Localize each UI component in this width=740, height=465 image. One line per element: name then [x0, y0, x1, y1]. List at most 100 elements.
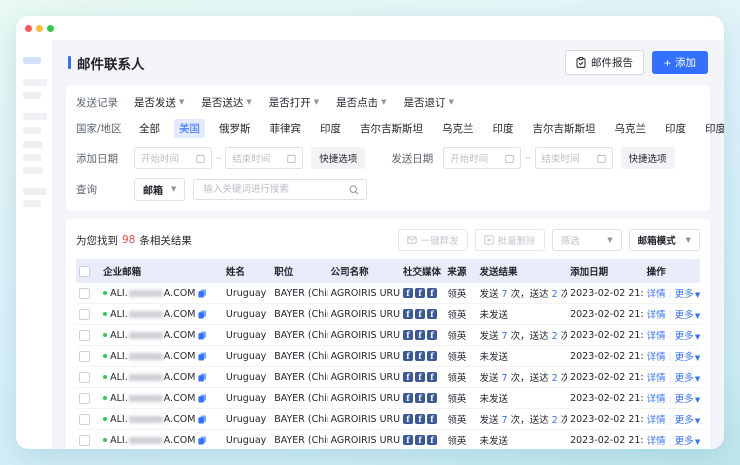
send-record-filter-item[interactable]: 是否打开▼ — [269, 95, 319, 110]
facebook-icon[interactable]: f — [427, 393, 437, 403]
more-link[interactable]: 更多▼ — [675, 373, 700, 384]
country-chip-selected[interactable]: 美国 — [174, 119, 205, 138]
facebook-icon[interactable]: f — [427, 330, 437, 340]
country-chip[interactable]: 俄罗斯 — [214, 119, 256, 138]
more-link[interactable]: 更多▼ — [675, 436, 700, 447]
facebook-icon[interactable]: f — [415, 288, 425, 298]
facebook-icon[interactable]: f — [427, 351, 437, 361]
copy-icon[interactable] — [198, 436, 207, 445]
facebook-icon[interactable]: f — [403, 309, 413, 319]
more-link[interactable]: 更多▼ — [675, 394, 700, 405]
row-checkbox[interactable] — [79, 435, 90, 446]
more-link[interactable]: 更多▼ — [675, 331, 700, 342]
facebook-icon[interactable]: f — [427, 309, 437, 319]
copy-icon[interactable] — [198, 394, 207, 403]
select-all-checkbox[interactable] — [79, 266, 90, 277]
facebook-icon[interactable]: f — [427, 435, 437, 445]
facebook-icon[interactable]: f — [403, 372, 413, 382]
detail-link[interactable]: 详情 — [647, 373, 666, 384]
country-chip[interactable]: 印度 — [660, 119, 691, 138]
country-chip[interactable]: 印度 — [315, 119, 346, 138]
facebook-icon[interactable]: f — [427, 414, 437, 424]
facebook-icon[interactable]: f — [403, 414, 413, 424]
facebook-icon[interactable]: f — [415, 351, 425, 361]
mode-select[interactable]: 邮箱模式 ▼ — [629, 229, 700, 251]
copy-icon[interactable] — [198, 331, 207, 340]
row-checkbox[interactable] — [79, 414, 90, 425]
facebook-icon[interactable]: f — [403, 330, 413, 340]
country-chip[interactable]: 乌克兰 — [610, 119, 652, 138]
filter-select[interactable]: 筛选 ▼ — [552, 229, 622, 251]
query-field-select[interactable]: 邮箱 ▼ — [134, 178, 185, 201]
country-chip[interactable]: 吉尔吉斯斯坦 — [528, 119, 601, 138]
more-link[interactable]: 更多▼ — [675, 310, 700, 321]
add-date-end-input[interactable]: 结束时间 — [225, 147, 303, 169]
window-minimize-button[interactable] — [36, 25, 43, 32]
facebook-icon[interactable]: f — [427, 288, 437, 298]
country-chip[interactable]: 吉尔吉斯斯坦 — [355, 119, 428, 138]
country-chip[interactable]: 菲律宾 — [265, 119, 307, 138]
facebook-icon[interactable]: f — [403, 393, 413, 403]
facebook-icon[interactable]: f — [415, 372, 425, 382]
send-record-filter-item[interactable]: 是否发送▼ — [134, 95, 184, 110]
detail-link[interactable]: 详情 — [647, 310, 666, 321]
copy-icon[interactable] — [198, 373, 207, 382]
sidebar-skeleton-item-active[interactable] — [23, 57, 41, 64]
sidebar-skeleton-item[interactable] — [23, 92, 41, 99]
sidebar-skeleton-item[interactable] — [23, 127, 41, 134]
window-close-button[interactable] — [25, 25, 32, 32]
row-checkbox[interactable] — [79, 372, 90, 383]
add-button[interactable]: + 添加 — [652, 51, 708, 74]
send-record-filter-item[interactable]: 是否送达▼ — [201, 95, 251, 110]
facebook-icon[interactable]: f — [415, 435, 425, 445]
sidebar-skeleton-item[interactable] — [23, 113, 47, 120]
country-chip[interactable]: 印度 — [700, 119, 724, 138]
facebook-icon[interactable]: f — [415, 414, 425, 424]
send-date-end-input[interactable]: 结束时间 — [535, 147, 613, 169]
copy-icon[interactable] — [198, 289, 207, 298]
country-chip[interactable]: 全部 — [134, 119, 165, 138]
send-record-filter-item[interactable]: 是否点击▼ — [336, 95, 386, 110]
row-checkbox[interactable] — [79, 393, 90, 404]
copy-icon[interactable] — [198, 310, 207, 319]
search-input[interactable] — [201, 183, 337, 196]
more-link[interactable]: 更多▼ — [675, 352, 700, 363]
window-maximize-button[interactable] — [47, 25, 54, 32]
detail-link[interactable]: 详情 — [647, 289, 666, 300]
detail-link[interactable]: 详情 — [647, 352, 666, 363]
bulk-send-button[interactable]: 一键群发 — [398, 229, 468, 251]
detail-link[interactable]: 详情 — [647, 394, 666, 405]
facebook-icon[interactable]: f — [415, 393, 425, 403]
add-date-quick-button[interactable]: 快捷选项 — [311, 147, 365, 169]
facebook-icon[interactable]: f — [403, 351, 413, 361]
detail-link[interactable]: 详情 — [647, 331, 666, 342]
copy-icon[interactable] — [198, 415, 207, 424]
copy-icon[interactable] — [198, 352, 207, 361]
send-date-start-input[interactable]: 开始时间 — [443, 147, 521, 169]
country-chip[interactable]: 乌克兰 — [437, 119, 479, 138]
send-record-filter-item[interactable]: 是否退订▼ — [404, 95, 454, 110]
mail-report-button[interactable]: 邮件报告 — [565, 50, 644, 75]
facebook-icon[interactable]: f — [403, 435, 413, 445]
country-chip[interactable]: 印度 — [488, 119, 519, 138]
row-checkbox[interactable] — [79, 351, 90, 362]
row-checkbox[interactable] — [79, 309, 90, 320]
facebook-icon[interactable]: f — [415, 330, 425, 340]
sidebar-skeleton-item[interactable] — [23, 141, 43, 148]
detail-link[interactable]: 详情 — [647, 415, 666, 426]
facebook-icon[interactable]: f — [403, 288, 413, 298]
facebook-icon[interactable]: f — [427, 372, 437, 382]
detail-link[interactable]: 详情 — [647, 436, 666, 447]
sidebar-skeleton-item[interactable] — [23, 167, 43, 174]
sidebar-skeleton-item[interactable] — [23, 200, 41, 207]
sidebar-skeleton-item[interactable] — [23, 188, 47, 195]
add-date-start-input[interactable]: 开始时间 — [134, 147, 212, 169]
more-link[interactable]: 更多▼ — [675, 289, 700, 300]
bulk-delete-button[interactable]: 批量删除 — [475, 229, 545, 251]
send-date-quick-button[interactable]: 快捷选项 — [621, 147, 675, 169]
row-checkbox[interactable] — [79, 288, 90, 299]
sidebar-skeleton-item[interactable] — [23, 154, 41, 161]
facebook-icon[interactable]: f — [415, 309, 425, 319]
sidebar-skeleton-item[interactable] — [23, 79, 47, 86]
more-link[interactable]: 更多▼ — [675, 415, 700, 426]
